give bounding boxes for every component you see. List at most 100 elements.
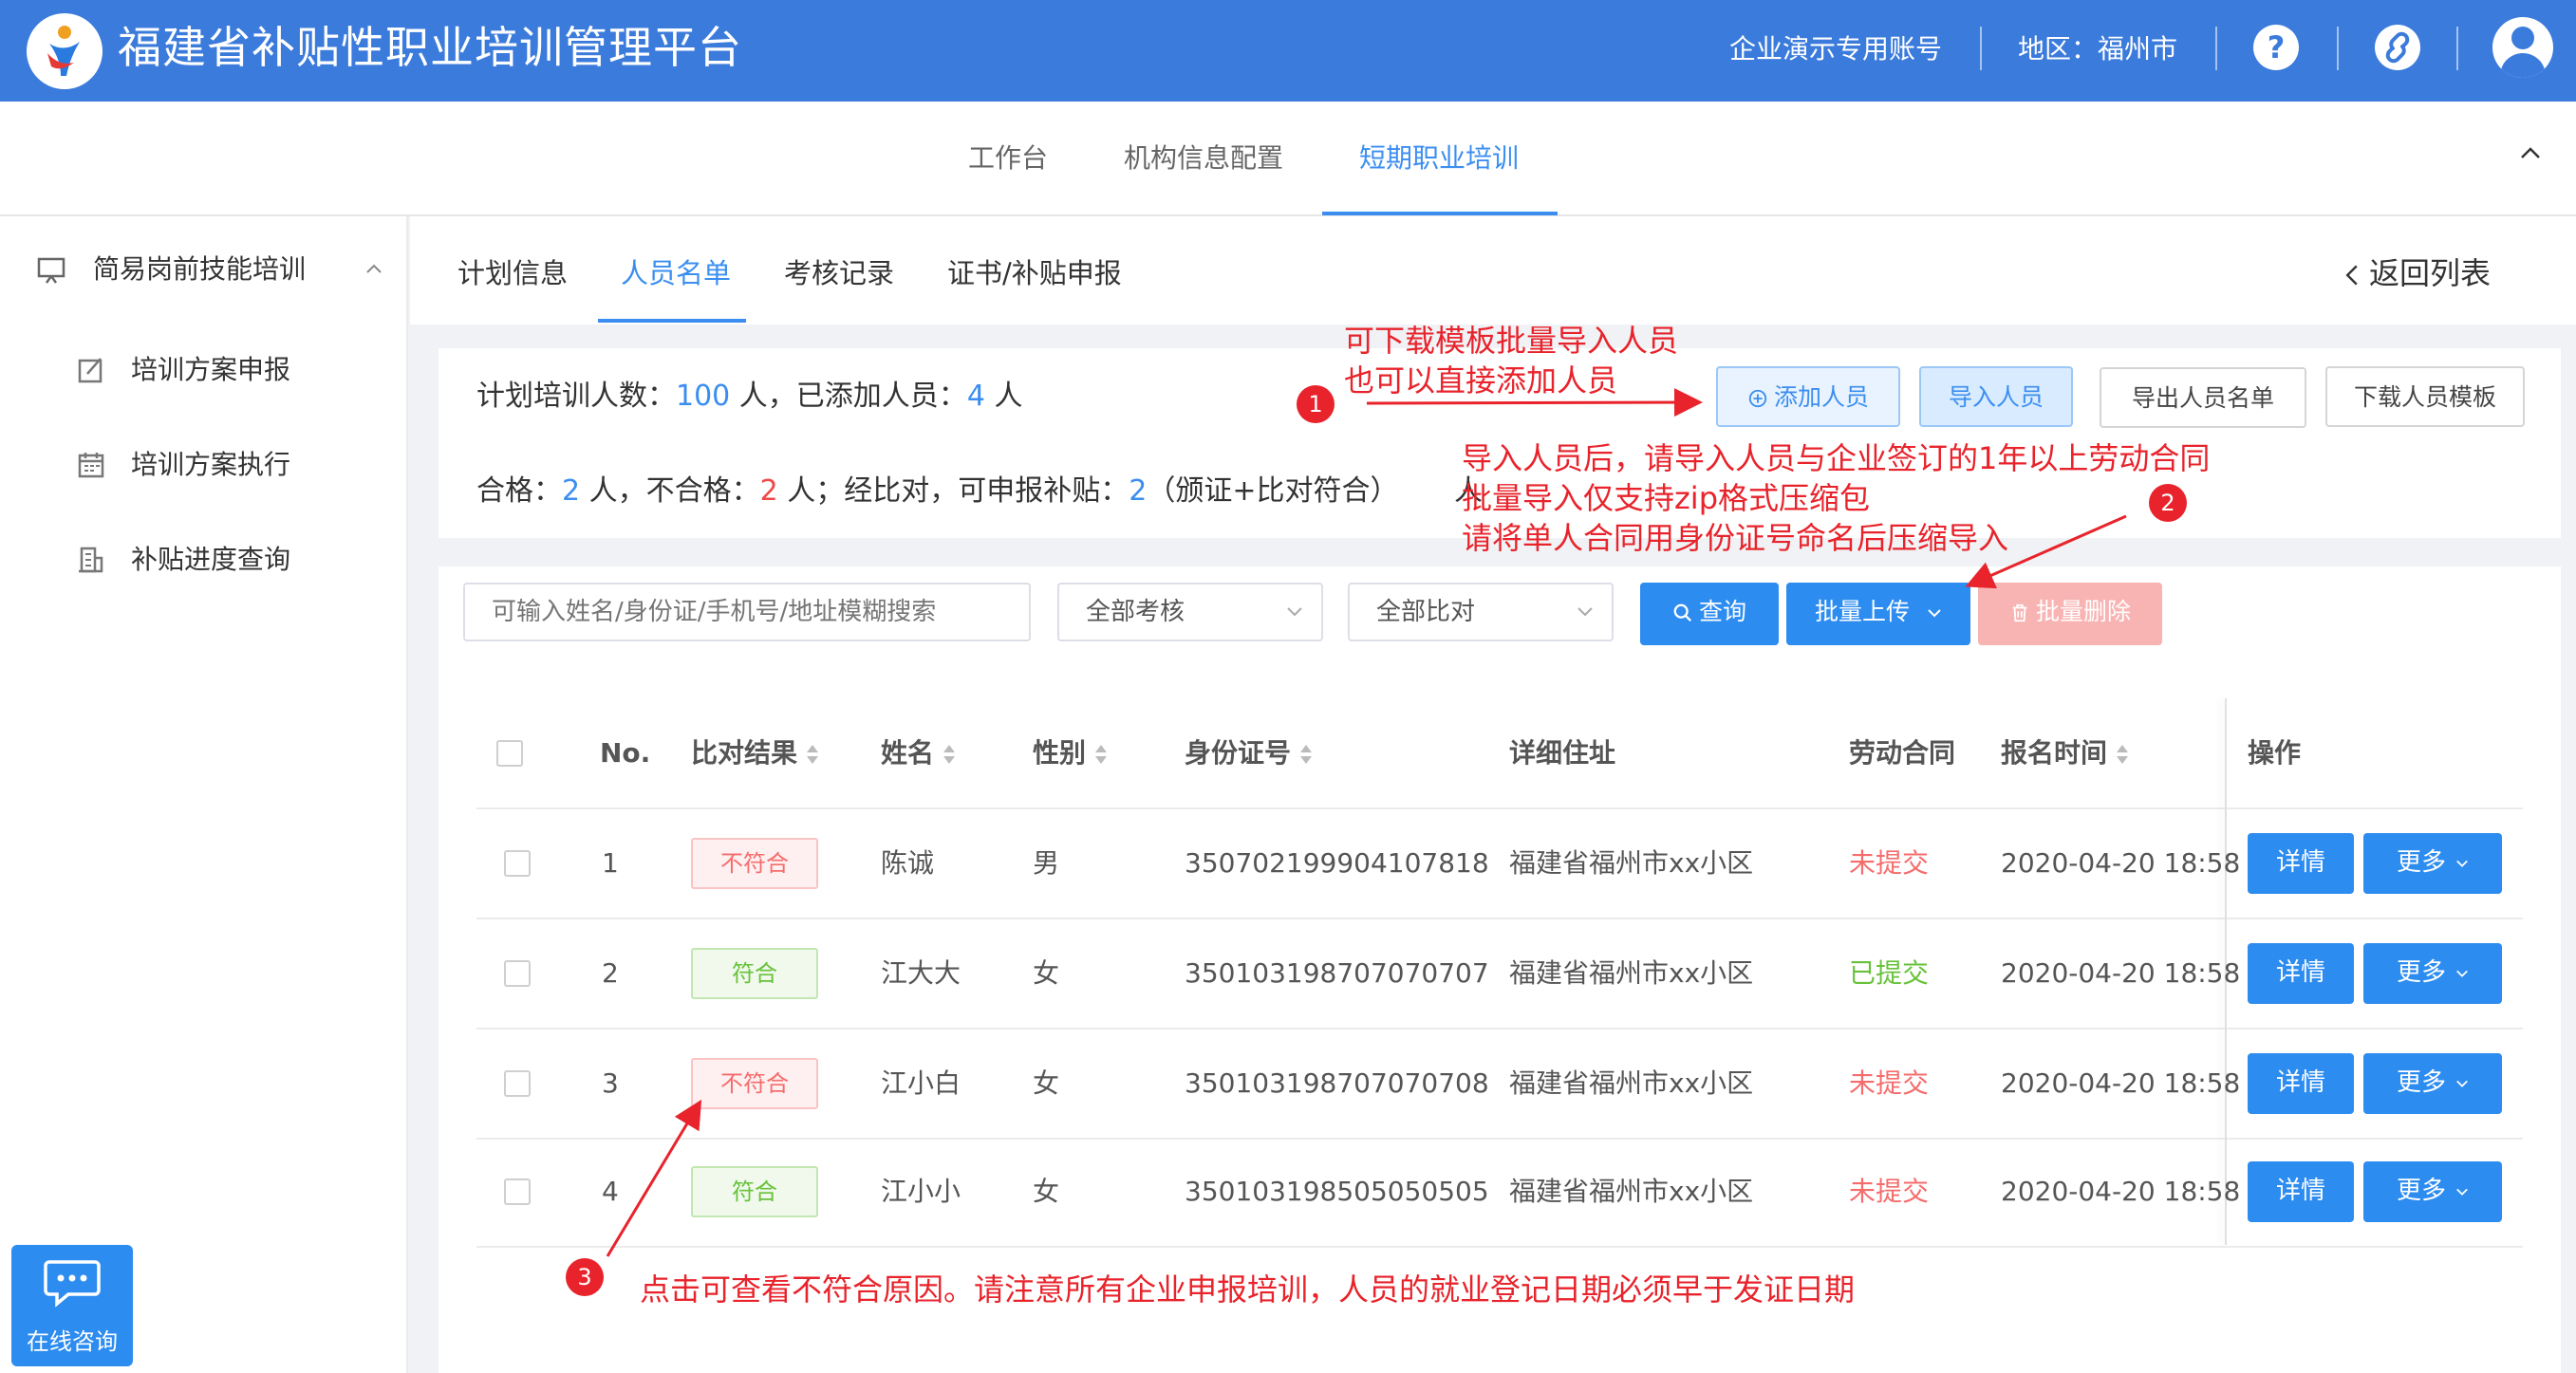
summary-line-2: 合格：2 人，不合格：2 人；经比对，可申报补贴：2（颁证+比对符合） [476, 474, 1399, 508]
column-header-actions: 操作 [2248, 737, 2302, 769]
select-all-checkbox[interactable] [496, 740, 523, 767]
nav-item-short-training[interactable]: 短期职业培训 [1359, 139, 1519, 177]
user-avatar[interactable] [2492, 17, 2553, 78]
batch-delete-button[interactable]: 批量删除 [1978, 583, 2162, 645]
row-divider [476, 1246, 2523, 1248]
person-gender: 女 [1033, 1067, 1060, 1099]
compare-result-tag[interactable]: 不符合 [691, 838, 818, 889]
tab-assessment-records[interactable]: 考核记录 [784, 254, 894, 292]
import-person-button[interactable]: 导入人员 [1919, 366, 2073, 427]
person-address: 福建省福州市xx小区 [1509, 847, 1754, 879]
assessment-filter-value: 全部考核 [1086, 598, 1185, 626]
nav-item-org-config[interactable]: 机构信息配置 [1124, 139, 1283, 177]
tab-certificate-subsidy[interactable]: 证书/补贴申报 [947, 254, 1122, 292]
chevron-up-icon[interactable] [2519, 141, 2542, 164]
chevron-up-icon[interactable] [364, 260, 383, 279]
sort-icon[interactable] [1093, 743, 1109, 766]
labor-contract-status: 未提交 [1849, 1176, 1930, 1207]
top-header: 福建省补贴性职业培训管理平台 企业演示专用账号 地区：福州市 ? [0, 0, 2576, 102]
row-checkbox[interactable] [504, 850, 531, 877]
detail-button[interactable]: 详情 [2248, 1161, 2354, 1222]
add-person-button[interactable]: 添加人员 [1716, 366, 1900, 427]
presentation-icon [37, 257, 65, 284]
column-header-name[interactable]: 姓名 [881, 734, 957, 772]
more-button[interactable]: 更多 [2363, 943, 2502, 1004]
labor-contract-status: 未提交 [1849, 1067, 1930, 1099]
chevron-down-icon [1287, 607, 1302, 617]
online-consult-label: 在线咨询 [27, 1328, 118, 1355]
export-list-button[interactable]: 导出人员名单 [2100, 367, 2306, 428]
header-divider [2337, 27, 2339, 70]
detail-button[interactable]: 详情 [2248, 943, 2354, 1004]
column-header-compare-result[interactable]: 比对结果 [691, 734, 820, 772]
nav-item-workbench[interactable]: 工作台 [968, 139, 1048, 177]
person-id-number: 350702199904107818 [1185, 847, 1489, 879]
calendar-icon [78, 453, 104, 478]
chevron-down-icon [1928, 609, 1941, 618]
more-button[interactable]: 更多 [2363, 1053, 2502, 1114]
compare-result-tag[interactable]: 不符合 [691, 1058, 818, 1109]
annotation-note-1-line-2: 也可以直接添加人员 [1344, 362, 1618, 399]
annotation-note-2-line-1: 导入人员后，请导入人员与企业签订的1年以上劳动合同 [1462, 440, 2211, 476]
chevron-left-icon [2345, 265, 2358, 286]
sidebar-item-subsidy-progress[interactable]: 补贴进度查询 [131, 541, 290, 579]
row-divider [476, 1028, 2523, 1030]
link-icon[interactable] [2375, 25, 2420, 70]
more-button[interactable]: 更多 [2363, 1161, 2502, 1222]
sidebar-item-plan-execute[interactable]: 培训方案执行 [131, 446, 290, 484]
annotation-marker-3: 3 [566, 1258, 604, 1296]
annotation-note-3: 点击可查看不符合原因。请注意所有企业申报培训，人员的就业登记日期必须早于发证日期 [640, 1271, 1856, 1308]
chevron-down-icon [1577, 607, 1593, 617]
summary-line-1: 计划培训人数：100 人，已添加人员：4 人 [476, 380, 1023, 413]
sidebar-item-plan-apply[interactable]: 培训方案申报 [131, 351, 290, 389]
annotation-note-2-line-3: 请将单人合同用身份证号命名后压缩导入 [1462, 520, 2009, 556]
row-checkbox[interactable] [504, 960, 531, 987]
sort-icon[interactable] [805, 743, 820, 766]
labor-contract-status: 未提交 [1849, 847, 1930, 879]
online-consult-button[interactable]: 在线咨询 [11, 1245, 133, 1366]
column-header-id-number[interactable]: 身份证号 [1185, 734, 1314, 772]
assessment-filter-select[interactable]: 全部考核 [1057, 583, 1323, 641]
back-to-list-link[interactable]: 返回列表 [2344, 254, 2491, 292]
help-icon[interactable]: ? [2253, 25, 2299, 70]
batch-upload-button[interactable]: 批量上传 [1786, 583, 1970, 645]
search-icon [1673, 603, 1692, 622]
tab-plan-info[interactable]: 计划信息 [457, 254, 568, 292]
sort-icon[interactable] [1298, 743, 1314, 766]
annotation-note-1-line-1: 可下载模板批量导入人员 [1344, 323, 1679, 359]
row-checkbox[interactable] [504, 1070, 531, 1097]
main-nav: 工作台 机构信息配置 短期职业培训 [0, 102, 2576, 216]
person-id-number: 350103198505050505 [1185, 1176, 1489, 1207]
detail-button[interactable]: 详情 [2248, 833, 2354, 894]
person-name: 江小小 [881, 1176, 961, 1207]
account-name[interactable]: 企业演示专用账号 [1729, 30, 1942, 68]
detail-button[interactable]: 详情 [2248, 1053, 2354, 1114]
person-gender: 男 [1033, 847, 1060, 879]
eligible-count: 2 [1129, 474, 1148, 508]
column-header-gender[interactable]: 性别 [1033, 734, 1109, 772]
region-label[interactable]: 地区：福州市 [2018, 30, 2177, 68]
signup-time: 2020-04-20 18:58 [2001, 957, 2241, 989]
person-gender: 女 [1033, 957, 1060, 989]
compare-result-tag[interactable]: 符合 [691, 948, 818, 999]
qualified-count: 2 [562, 474, 581, 508]
annotation-marker-1: 1 [1297, 385, 1335, 423]
column-header-signup-time[interactable]: 报名时间 [2001, 734, 2130, 772]
back-label: 返回列表 [2369, 255, 2492, 291]
tab-personnel-list[interactable]: 人员名单 [621, 254, 731, 292]
signup-time: 2020-04-20 18:58 [2001, 847, 2241, 879]
query-button[interactable]: 查询 [1640, 583, 1779, 645]
compare-result-tag[interactable]: 符合 [691, 1166, 818, 1217]
sort-icon[interactable] [2115, 743, 2130, 766]
row-checkbox[interactable] [504, 1178, 531, 1205]
sort-icon[interactable] [942, 743, 957, 766]
row-divider [476, 1138, 2523, 1140]
compare-filter-select[interactable]: 全部比对 [1348, 583, 1614, 641]
download-template-button[interactable]: 下载人员模板 [2325, 366, 2525, 427]
search-input[interactable] [463, 583, 1031, 641]
sidebar-group-title[interactable]: 简易岗前技能培训 [93, 250, 306, 288]
app-title: 福建省补贴性职业培训管理平台 [118, 22, 742, 73]
more-button[interactable]: 更多 [2363, 833, 2502, 894]
sidebar: 简易岗前技能培训 培训方案申报 培训方案执行 补贴进度查询 [0, 216, 408, 1373]
annotation-note-2-line-2: 批量导入仅支持zip格式压缩包 [1462, 480, 1871, 516]
